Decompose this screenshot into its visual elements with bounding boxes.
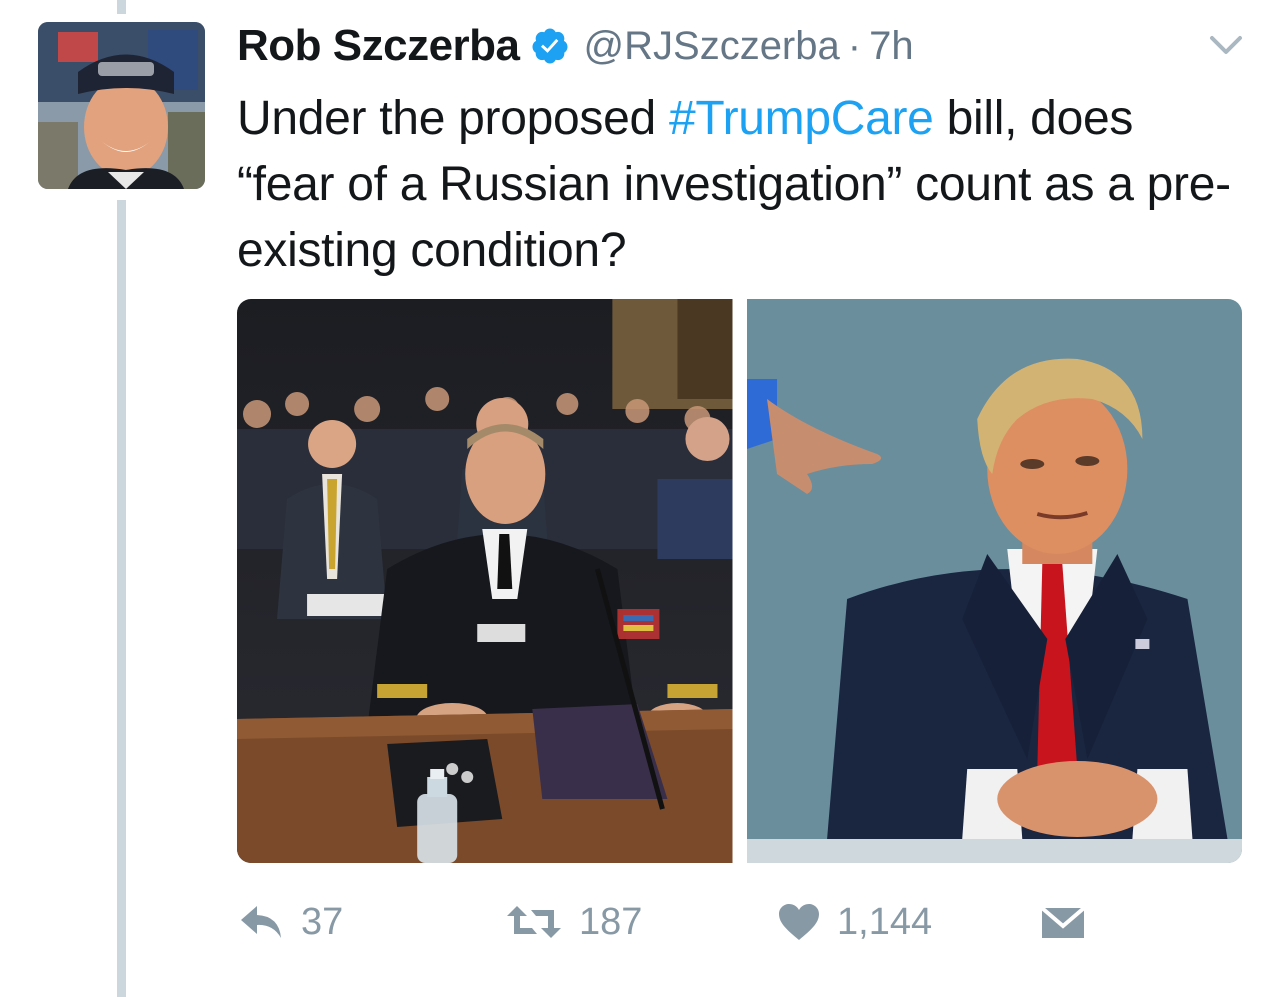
envelope-icon [1040,906,1086,938]
direct-message-button[interactable] [1040,890,1086,954]
tweet-header: Rob Szczerba @RJSzczerba · 7h [237,18,914,74]
tweet-text: Under the proposed #TrumpCare bill, does… [237,86,1237,284]
timestamp[interactable]: 7h [869,24,914,69]
media-grid [237,299,1242,863]
reply-icon [241,906,281,938]
avatar-photo [38,22,205,189]
separator-dot: · [847,23,862,68]
hearing-photo [237,299,733,863]
verified-badge-icon [532,28,568,64]
user-handle[interactable]: @RJSzczerba [584,24,840,69]
avatar[interactable] [38,22,205,189]
tweet: Rob Szczerba @RJSzczerba · 7h Under the … [0,0,1280,997]
display-name[interactable]: Rob Szczerba [237,21,520,71]
hashtag-link[interactable]: #TrumpCare [669,92,934,145]
like-button[interactable]: 1,144 [777,890,932,954]
retweet-icon [507,906,561,938]
reply-count: 37 [301,900,344,943]
reply-button[interactable]: 37 [237,890,343,954]
seated-man-photo [746,299,1242,863]
chevron-down-icon[interactable] [1208,30,1244,60]
like-count: 1,144 [837,900,933,943]
heart-icon [779,904,819,940]
retweet-count: 187 [579,900,643,943]
media-photo-seated-man[interactable] [746,299,1242,863]
retweet-button[interactable]: 187 [505,890,642,954]
tweet-text-prefix: Under the proposed [237,92,669,145]
media-photo-hearing[interactable] [237,299,733,863]
